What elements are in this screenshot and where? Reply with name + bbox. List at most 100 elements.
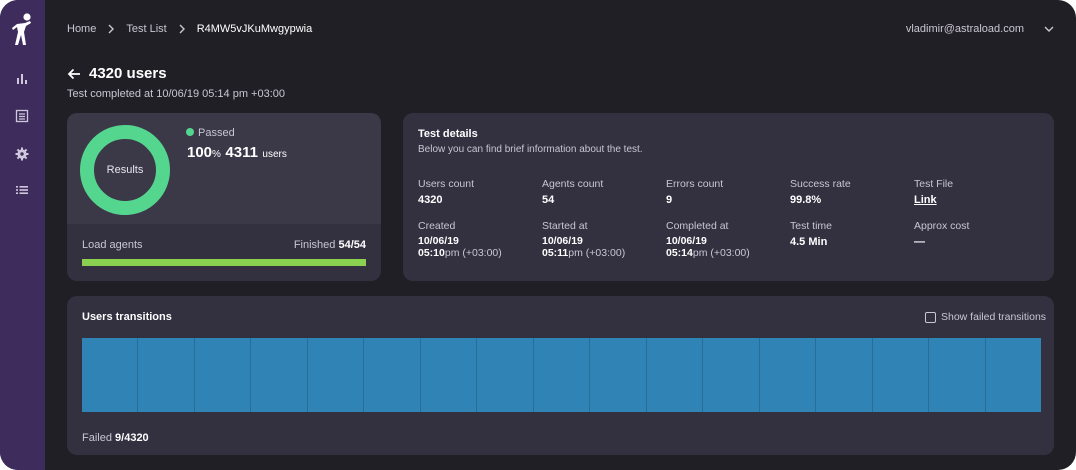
table-icon[interactable] xyxy=(14,108,30,124)
success-rate-value: 99.8% xyxy=(790,194,822,206)
failed-count: Failed 9/4320 xyxy=(82,432,149,444)
completed-datetime: 10/06/19 05:14pm (+03:00) xyxy=(666,235,784,259)
passed-users-value: 4311 xyxy=(225,144,258,161)
load-agents-progress xyxy=(82,259,366,266)
completed-date: 10/06/19 xyxy=(666,235,707,247)
transition-segment[interactable] xyxy=(82,338,139,412)
test-file-label: Test File xyxy=(914,178,954,190)
chevron-down-icon[interactable] xyxy=(1044,25,1054,33)
show-failed-label[interactable]: Show failed transitions xyxy=(941,311,1046,323)
finished-status: Finished 54/54 xyxy=(294,239,366,251)
field-approx-cost: Approx cost — xyxy=(914,220,1032,248)
page-title: 4320 users xyxy=(89,65,167,82)
status-dot xyxy=(186,128,194,136)
failed-label: Failed xyxy=(82,432,112,444)
transition-segment[interactable] xyxy=(420,338,478,412)
test-time-label: Test time xyxy=(790,220,833,232)
agents-count-value: 54 xyxy=(542,194,555,206)
transition-segment[interactable] xyxy=(533,338,591,412)
started-time: 05:11 xyxy=(542,247,569,259)
list-icon[interactable] xyxy=(14,182,30,198)
started-label: Started at xyxy=(542,220,588,232)
donut-label: Results xyxy=(106,164,144,176)
breadcrumb: Home Test List R4MW5vJKuMwgypwia xyxy=(67,23,312,35)
test-file-link[interactable]: Link xyxy=(914,194,1032,206)
breadcrumb-current: R4MW5vJKuMwgypwia xyxy=(196,23,313,35)
completed-label: Completed at xyxy=(666,220,729,232)
chevron-right-icon xyxy=(179,24,185,34)
gear-icon[interactable] xyxy=(14,146,30,162)
test-time-value: 4.5 Min xyxy=(790,236,828,248)
percent-value: 100 xyxy=(187,144,213,161)
approx-cost-label: Approx cost xyxy=(914,220,970,232)
details-title: Test details xyxy=(418,128,478,140)
users-transitions-card: Users transitions Show failed transition… xyxy=(67,296,1054,455)
users-count-label: Users count xyxy=(418,178,475,190)
created-date: 10/06/19 xyxy=(418,235,459,247)
transitions-bar-strip xyxy=(82,338,1041,412)
success-rate-label: Success rate xyxy=(790,178,851,190)
transition-segment[interactable] xyxy=(364,338,421,412)
results-summary-card: Results Passed 100% 4311 users Load agen… xyxy=(67,113,381,281)
field-agents-count: Agents count 54 xyxy=(542,178,660,206)
load-agents-label: Load agents xyxy=(82,239,143,251)
field-test-time: Test time 4.5 Min xyxy=(790,220,908,248)
transition-segment[interactable] xyxy=(929,338,986,412)
users-count-value: 4320 xyxy=(418,194,443,206)
transition-segment[interactable] xyxy=(985,338,1041,412)
errors-count-value: 9 xyxy=(666,194,673,206)
page-subtitle: Test completed at 10/06/19 05:14 pm +03:… xyxy=(67,88,286,100)
field-created: Created 10/06/19 05:10pm (+03:00) xyxy=(418,220,536,259)
completed-suffix: pm (+03:00) xyxy=(692,247,750,259)
transition-segment[interactable] xyxy=(194,338,252,412)
transitions-title: Users transitions xyxy=(82,311,172,323)
errors-count-label: Errors count xyxy=(666,178,724,190)
transition-segment[interactable] xyxy=(872,338,930,412)
transition-segment[interactable] xyxy=(251,338,308,412)
started-date: 10/06/19 xyxy=(542,235,583,247)
status-label: Passed xyxy=(198,127,235,139)
percent-sign: % xyxy=(212,149,221,160)
test-details-card: Test details Below you can find brief in… xyxy=(403,113,1054,281)
sidebar xyxy=(0,0,45,470)
transition-segment[interactable] xyxy=(307,338,365,412)
transition-segment[interactable] xyxy=(816,338,873,412)
approx-cost-value: — xyxy=(914,236,925,248)
chevron-right-icon xyxy=(108,24,115,34)
created-datetime: 10/06/19 05:10pm (+03:00) xyxy=(418,235,536,259)
started-suffix: pm (+03:00) xyxy=(568,247,626,259)
transition-segment[interactable] xyxy=(759,338,817,412)
transition-segment[interactable] xyxy=(646,338,704,412)
agents-count-label: Agents count xyxy=(542,178,604,190)
passed-users-unit: users xyxy=(262,149,287,160)
figure-logo-icon[interactable] xyxy=(10,12,34,46)
field-started-at: Started at 10/06/19 05:11pm (+03:00) xyxy=(542,220,660,259)
transition-segment[interactable] xyxy=(138,338,195,412)
field-completed-at: Completed at 10/06/19 05:14pm (+03:00) xyxy=(666,220,784,259)
breadcrumb-test-list[interactable]: Test List xyxy=(126,23,166,35)
transition-segment[interactable] xyxy=(590,338,647,412)
breadcrumb-home[interactable]: Home xyxy=(67,23,96,35)
failed-value: 9/4320 xyxy=(115,432,149,444)
bar-chart-icon[interactable] xyxy=(14,71,30,87)
started-datetime: 10/06/19 05:11pm (+03:00) xyxy=(542,235,660,259)
transition-segment[interactable] xyxy=(477,338,534,412)
created-label: Created xyxy=(418,220,456,232)
transition-segment[interactable] xyxy=(703,338,760,412)
field-users-count: Users count 4320 xyxy=(418,178,536,206)
created-time: 05:10 xyxy=(418,247,445,259)
main-content: Home Test List R4MW5vJKuMwgypwia vladimi… xyxy=(45,0,1076,470)
finished-value: 54/54 xyxy=(338,239,366,251)
load-agents-progress-fill xyxy=(82,259,366,266)
field-success-rate: Success rate 99.8% xyxy=(790,178,908,206)
completed-time: 05:14 xyxy=(666,247,693,259)
show-failed-checkbox[interactable] xyxy=(925,312,936,323)
user-email[interactable]: vladimir@astraload.com xyxy=(906,23,1024,35)
details-description: Below you can find brief information abo… xyxy=(418,144,643,155)
success-percentage: 100% 4311 users xyxy=(187,144,287,162)
app-frame: Home Test List R4MW5vJKuMwgypwia vladimi… xyxy=(0,0,1076,470)
field-errors-count: Errors count 9 xyxy=(666,178,784,206)
finished-label: Finished xyxy=(293,239,336,251)
created-suffix: pm (+03:00) xyxy=(444,247,502,259)
arrow-left-icon[interactable] xyxy=(67,68,81,80)
